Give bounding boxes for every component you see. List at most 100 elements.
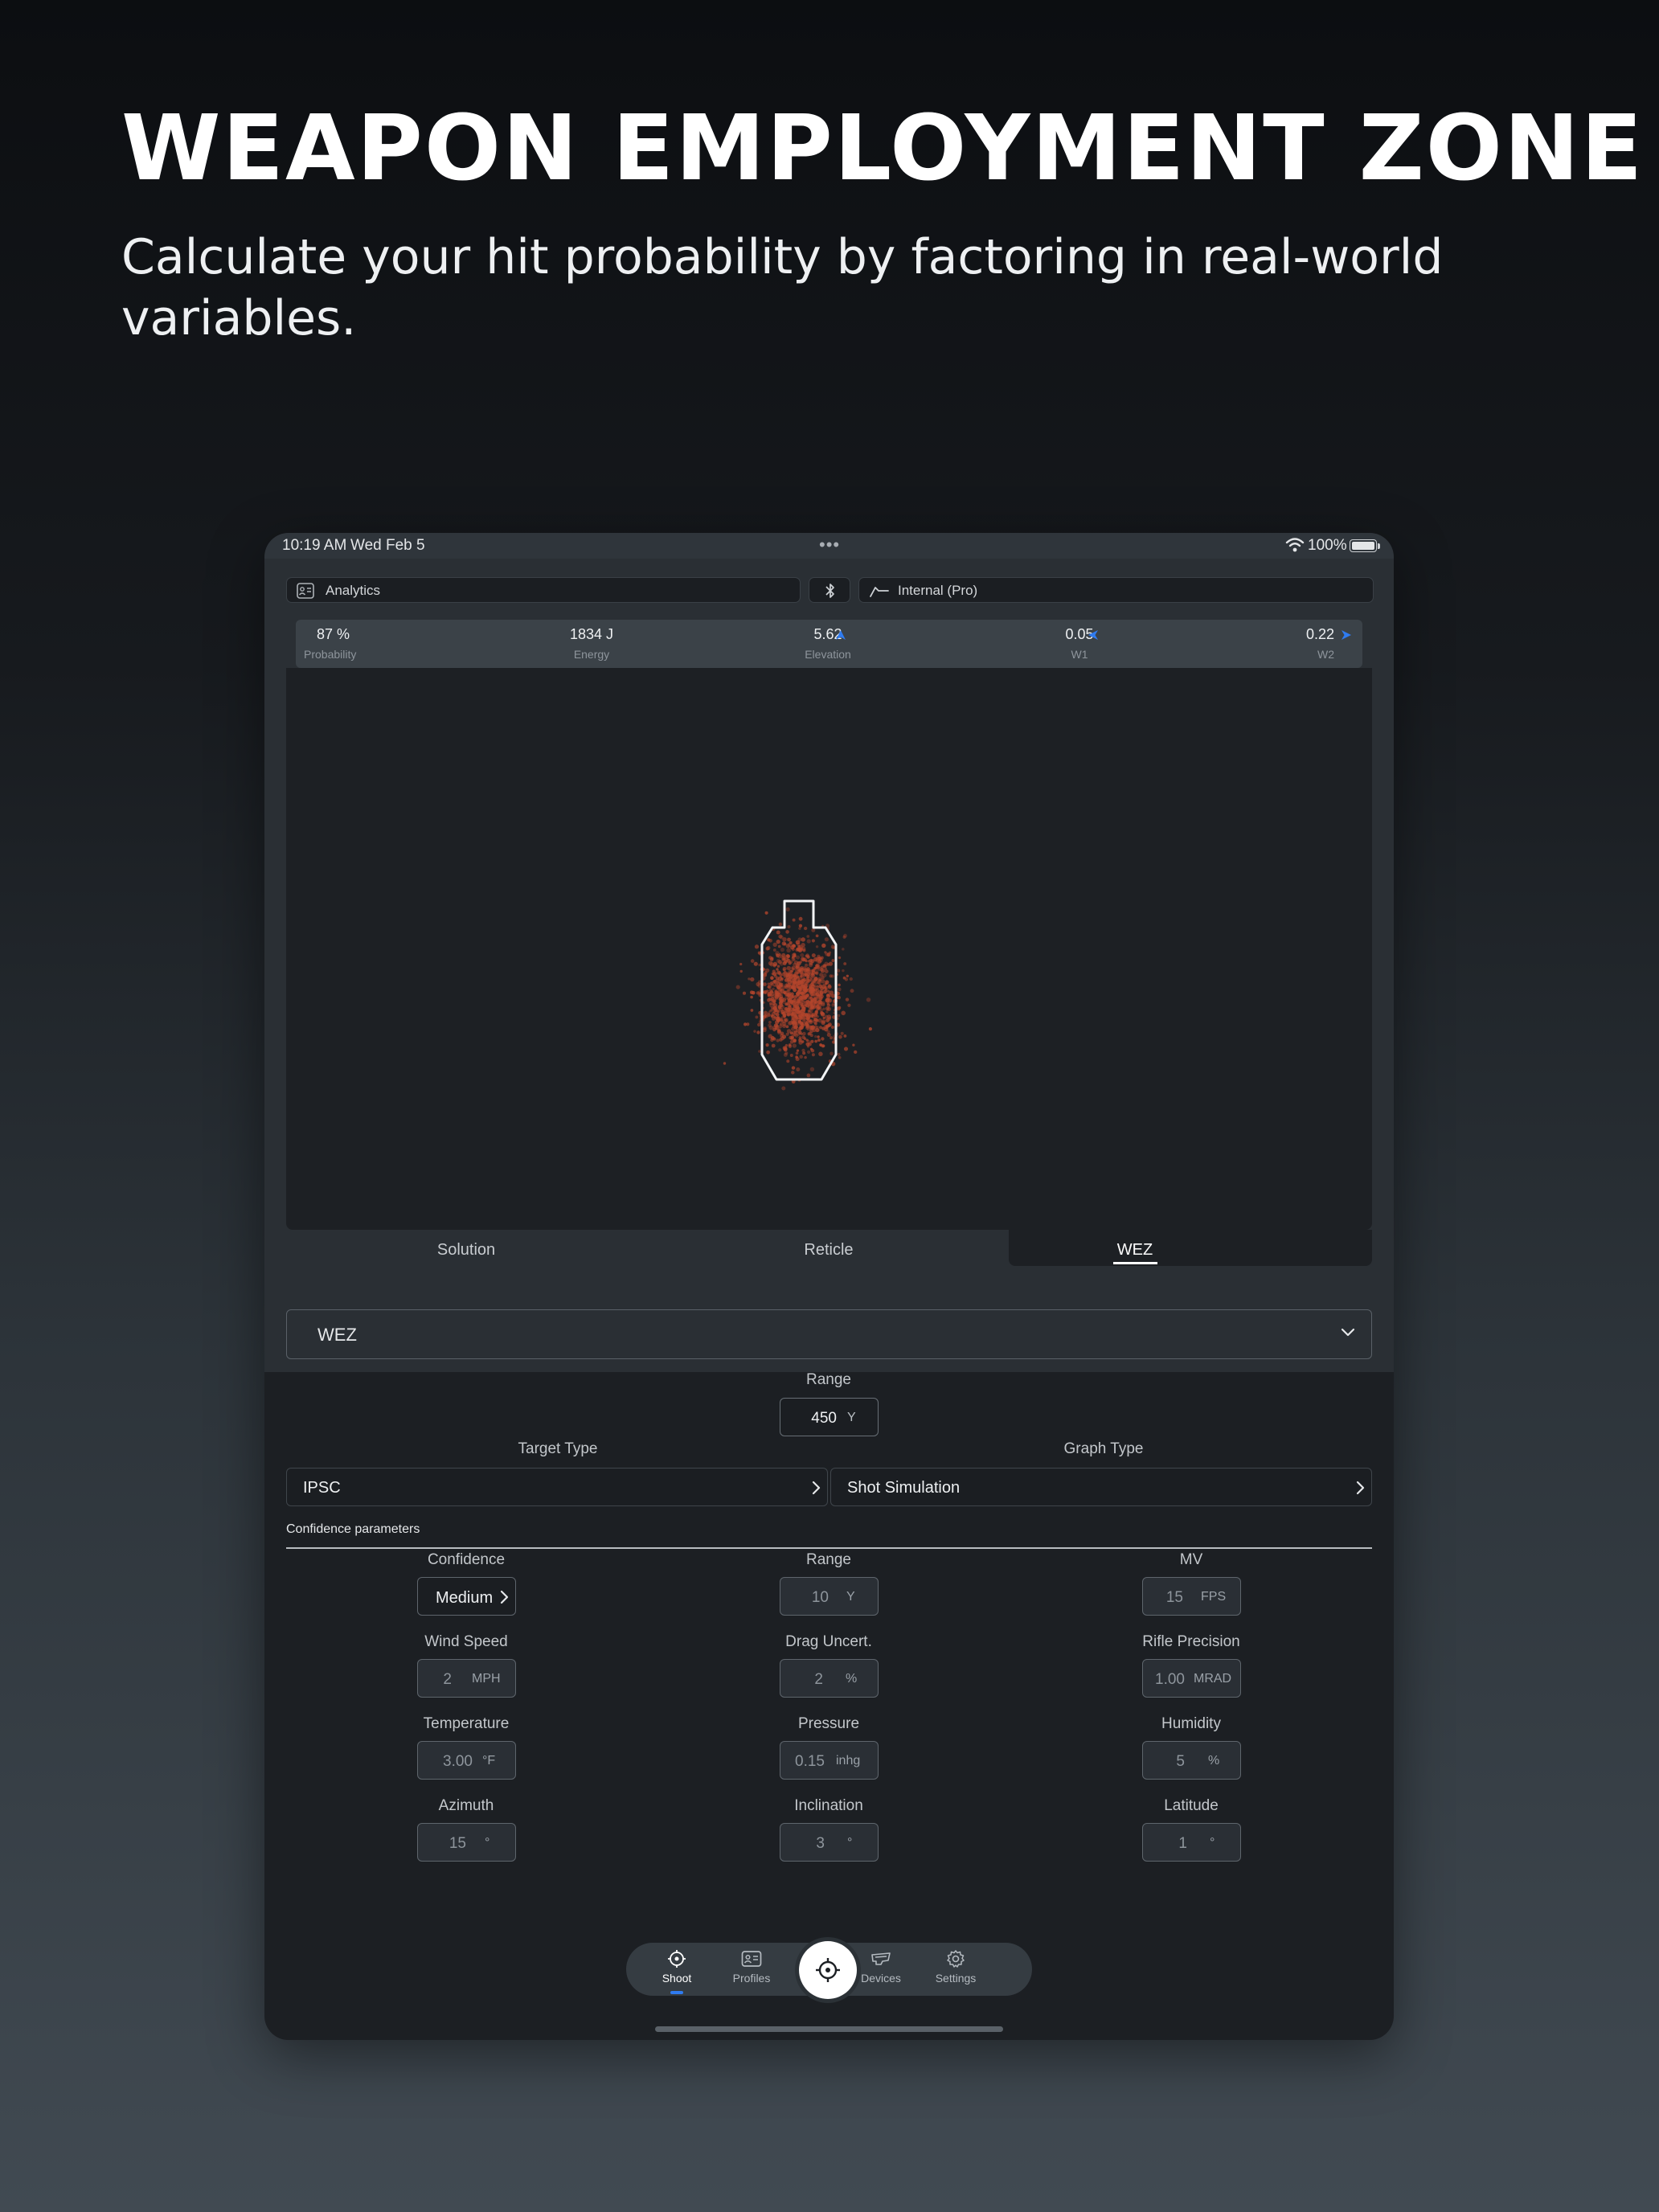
tab-profiles[interactable]: Profiles [719, 1949, 784, 1985]
shot-dot [823, 989, 828, 994]
shot-dot [794, 1014, 798, 1018]
shot-dot [810, 1048, 815, 1053]
shot-dot [821, 1044, 825, 1048]
shot-dot [789, 975, 793, 979]
shot-dot [763, 1010, 768, 1015]
param-label-pressure: Pressure [797, 1715, 860, 1732]
shot-dot [791, 947, 795, 952]
gear-icon [947, 1950, 965, 1968]
tab-solution[interactable]: Solution [386, 1241, 547, 1260]
shot-dot [787, 980, 792, 985]
shot-dot [783, 1047, 788, 1052]
shot-dot [805, 953, 809, 957]
shot-dot [792, 944, 796, 948]
shot-dot [756, 1030, 760, 1034]
shot-dot [795, 1057, 800, 1062]
tab-reticle[interactable]: Reticle [748, 1241, 909, 1260]
stat-label: W1 [1071, 648, 1088, 661]
shot-dot [836, 1006, 841, 1011]
param-input-latitude[interactable]: 1 ° [1142, 1823, 1241, 1862]
shot-dot [793, 960, 799, 965]
param-input-pressure[interactable]: 0.15 inhg [780, 1741, 879, 1780]
shot-dot [798, 1040, 803, 1045]
shot-dot [758, 963, 761, 967]
param-value: 15 [1165, 1589, 1183, 1606]
param-unit: MRAD [1194, 1672, 1232, 1686]
shot-dot [806, 1073, 811, 1078]
shot-dot [785, 1025, 789, 1029]
arrow-up-icon [836, 630, 846, 640]
chevron-right-icon [500, 1590, 509, 1604]
tab-wez[interactable]: WEZ [1055, 1241, 1215, 1260]
shot-dot [821, 943, 826, 948]
param-label-temperature: Temperature [423, 1715, 510, 1732]
shot-dot [779, 1003, 784, 1008]
shot-dot [768, 997, 772, 1001]
shot-dot [824, 969, 829, 973]
target-type-selector[interactable]: IPSC [286, 1468, 828, 1506]
range-input[interactable]: 450 Y [780, 1398, 879, 1436]
shot-dot [809, 1034, 813, 1038]
tab-devices-label: Devices [861, 1972, 901, 1985]
analytics-button[interactable]: Analytics [286, 577, 801, 603]
shot-dot [843, 962, 847, 965]
profile-selector[interactable]: Internal (Pro) [858, 577, 1374, 603]
param-unit: MPH [472, 1672, 501, 1686]
shot-dot [812, 1003, 816, 1007]
param-input-temperature[interactable]: 3.00 °F [417, 1741, 516, 1780]
confidence-section-title: Confidence parameters [286, 1522, 420, 1536]
shot-dot [841, 1010, 846, 1016]
battery-tip [1378, 543, 1380, 549]
param-input-wind-speed[interactable]: 2 MPH [417, 1659, 516, 1698]
shot-dot [768, 1020, 772, 1024]
param-input-rifle-precision[interactable]: 1.00 MRAD [1142, 1659, 1241, 1698]
shot-dot [780, 989, 785, 993]
bluetooth-button[interactable] [809, 577, 850, 603]
mode-dropdown[interactable]: WEZ [286, 1309, 1372, 1359]
shot-dot [770, 1038, 774, 1043]
center-shoot-button[interactable] [799, 1941, 857, 1999]
shot-dot [819, 1008, 823, 1012]
shot-dot [781, 985, 786, 989]
multitask-dots-icon[interactable]: ••• [819, 535, 840, 555]
param-input-mv[interactable]: 15 FPS [1142, 1577, 1241, 1616]
shot-dot [786, 965, 792, 971]
shot-dot [781, 941, 786, 946]
shot-dot [844, 977, 849, 981]
shot-dot [852, 1043, 855, 1047]
shot-dot [757, 1022, 761, 1027]
shot-dot [810, 989, 815, 993]
shot-dot [814, 1039, 818, 1043]
param-input-humidity[interactable]: 5 % [1142, 1741, 1241, 1780]
param-input-drag-uncert[interactable]: 2 % [780, 1659, 879, 1698]
tab-shoot[interactable]: Shoot [645, 1949, 709, 1985]
shot-dot [739, 969, 743, 973]
shot-dot [796, 1049, 800, 1052]
shot-dot [770, 976, 774, 981]
panel-tabs: Solution Reticle WEZ [286, 1230, 1372, 1266]
range-label: Range [806, 1371, 851, 1388]
shot-dot [828, 961, 834, 966]
shot-dot [819, 1043, 822, 1047]
shot-dot [824, 951, 827, 954]
shot-dot [768, 1023, 772, 1027]
shot-dot [758, 1050, 761, 1053]
param-input-range[interactable]: 10 Y [780, 1577, 879, 1616]
target-type-label: Target Type [518, 1440, 598, 1457]
param-input-inclination[interactable]: 3 ° [780, 1823, 879, 1862]
shot-dot [813, 956, 818, 962]
tab-devices[interactable]: Devices [849, 1949, 913, 1985]
confidence-selector[interactable]: Medium [417, 1577, 516, 1616]
shot-dot [802, 994, 807, 999]
shot-dot [817, 1035, 820, 1038]
shot-dot [815, 1027, 820, 1033]
graph-type-selector[interactable]: Shot Simulation [830, 1468, 1372, 1506]
shot-dot [793, 995, 797, 1000]
shot-dot [795, 955, 801, 960]
wez-visualization[interactable] [286, 668, 1372, 1230]
shot-dot [806, 939, 811, 944]
tab-settings[interactable]: Settings [924, 1949, 988, 1985]
param-input-azimuth[interactable]: 15 ° [417, 1823, 516, 1862]
shot-dot [739, 962, 743, 966]
shot-dot [768, 1010, 772, 1013]
